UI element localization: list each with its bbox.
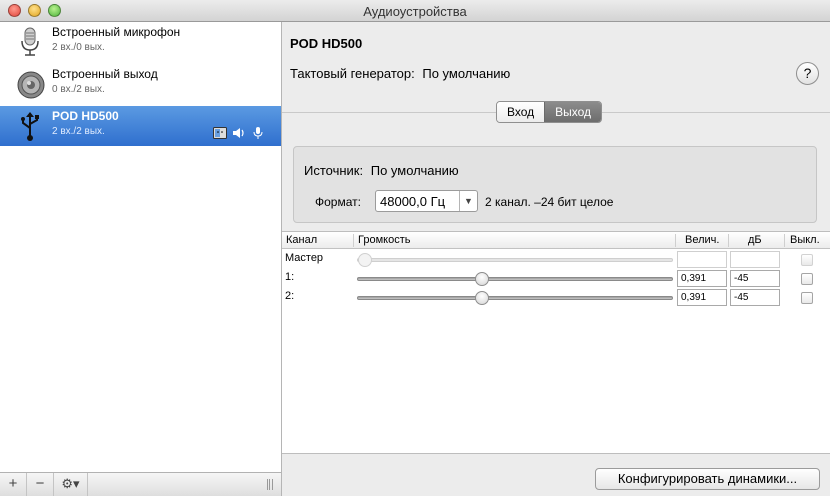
device-detail-pane: POD HD500 Тактовый генератор: По умолчан… [282, 22, 830, 496]
col-mute[interactable]: Выкл. [790, 234, 820, 246]
column-divider [675, 234, 676, 247]
row-label: 1: [285, 271, 295, 283]
source-label: Источник: [304, 163, 364, 178]
col-channel[interactable]: Канал [286, 234, 317, 246]
db-field[interactable]: -45 [730, 270, 780, 287]
volume-icon [233, 128, 244, 138]
resize-grip-icon[interactable] [267, 479, 273, 490]
remove-device-button[interactable]: − [27, 473, 54, 496]
volume-slider-master[interactable] [357, 253, 673, 267]
tab-output[interactable]: Выход [544, 102, 602, 122]
source-row: Источник: По умолчанию [304, 163, 459, 178]
source-value: По умолчанию [370, 163, 459, 178]
value-field[interactable] [677, 251, 727, 268]
channel-table: Канал Громкость Велич. дБ Выкл. Мастер 1… [282, 231, 830, 454]
row-label: Мастер [285, 252, 324, 264]
microphone-icon [21, 27, 39, 56]
volume-slider-channel-1[interactable] [357, 272, 673, 286]
gear-menu-button[interactable]: ⚙▾ [54, 473, 88, 496]
clock-label: Тактовый генератор: [290, 66, 415, 81]
tab-input[interactable]: Вход [497, 102, 545, 122]
usb-icon [21, 112, 39, 141]
speaker-icon [17, 71, 45, 99]
db-field[interactable] [730, 251, 780, 268]
format-label: Формат: [315, 195, 361, 209]
table-header: Канал Громкость Велич. дБ Выкл. [282, 232, 830, 249]
device-item-builtin-mic[interactable]: Встроенный микрофон 2 вх./0 вых. [0, 22, 281, 62]
device-io: 2 вх./0 вых. [52, 42, 105, 53]
format-info: 2 канал. –24 бит целое [485, 195, 614, 209]
title-bar: Аудиоустройства [0, 0, 830, 22]
device-item-pod-hd500[interactable]: POD HD500 2 вх./2 вых. [0, 106, 281, 146]
device-name: POD HD500 [52, 109, 119, 123]
db-field[interactable]: -45 [730, 289, 780, 306]
help-button[interactable]: ? [796, 62, 819, 85]
slider-knob[interactable] [475, 272, 489, 286]
column-divider [784, 234, 785, 247]
device-list: Встроенный микрофон 2 вх./0 вых. Встроен… [0, 22, 282, 496]
clock-value: По умолчанию [422, 66, 511, 81]
column-divider [728, 234, 729, 247]
slider-knob[interactable] [475, 291, 489, 305]
device-name: Встроенный микрофон [52, 25, 181, 39]
add-device-button[interactable]: + [0, 473, 27, 496]
column-divider [353, 234, 354, 247]
row-label: 2: [285, 290, 295, 302]
chevron-down-icon: ▼ [459, 191, 477, 211]
mute-checkbox[interactable] [801, 292, 813, 304]
device-item-builtin-output[interactable]: Встроенный выход 0 вх./2 вых. [0, 64, 281, 104]
value-field[interactable]: 0,391 [677, 270, 727, 287]
device-io: 2 вх./2 вых. [52, 126, 105, 137]
format-value: 48000,0 Гц [380, 194, 446, 209]
clock-source: Тактовый генератор: По умолчанию [290, 66, 510, 81]
device-io: 0 вх./2 вых. [52, 84, 105, 95]
device-title: POD HD500 [290, 36, 363, 51]
window-title: Аудиоустройства [363, 4, 467, 19]
sidebar-footer: + − ⚙▾ [0, 472, 281, 496]
microphone-icon [253, 127, 263, 139]
mute-checkbox[interactable] [801, 254, 813, 266]
col-value[interactable]: Велич. [685, 234, 719, 246]
stream-settings-box: Источник: По умолчанию Формат: 48000,0 Г… [293, 146, 817, 223]
volume-slider-channel-2[interactable] [357, 291, 673, 305]
value-field[interactable]: 0,391 [677, 289, 727, 306]
slider-knob[interactable] [358, 253, 372, 267]
io-segmented-control: Вход Выход [496, 101, 603, 123]
col-volume[interactable]: Громкость [358, 234, 410, 246]
col-db[interactable]: дБ [748, 234, 762, 246]
format-select[interactable]: 48000,0 Гц ▼ [375, 190, 478, 212]
configure-speakers-button[interactable]: Конфигурировать динамики... [595, 468, 820, 490]
finder-icon [213, 127, 227, 139]
mute-checkbox[interactable] [801, 273, 813, 285]
device-name: Встроенный выход [52, 67, 158, 81]
device-badges [213, 127, 265, 139]
